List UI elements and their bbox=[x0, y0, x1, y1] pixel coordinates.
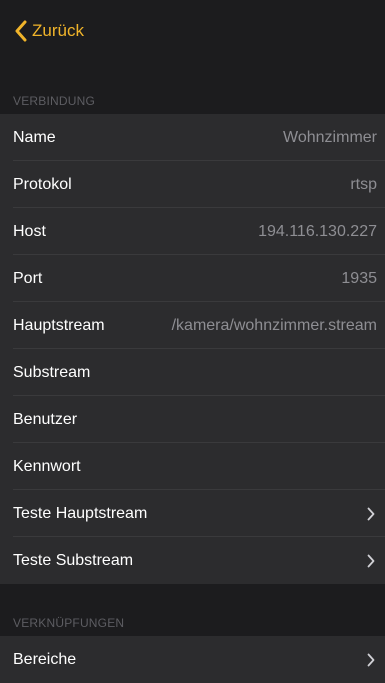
row-label: Substream bbox=[13, 363, 91, 381]
row-value[interactable]: 1935 bbox=[329, 270, 377, 288]
row-label: Teste Substream bbox=[13, 551, 134, 569]
row-name[interactable]: Name Wohnzimmer bbox=[0, 114, 385, 161]
row-label: Hauptstream bbox=[13, 316, 105, 334]
row-benutzer[interactable]: Benutzer bbox=[0, 396, 385, 443]
row-teste-substream[interactable]: Teste Substream bbox=[0, 537, 385, 584]
row-port[interactable]: Port 1935 bbox=[0, 255, 385, 302]
back-button-label: Zurück bbox=[32, 21, 84, 40]
settings-group-verknuepfungen: Bereiche bbox=[0, 636, 385, 683]
row-bereiche[interactable]: Bereiche bbox=[0, 636, 385, 683]
row-value[interactable]: 194.116.130.227 bbox=[246, 223, 377, 241]
section-header-label: VERBINDUNG bbox=[13, 94, 96, 108]
row-value[interactable]: rtsp bbox=[338, 176, 377, 194]
navigation-bar: Zurück bbox=[0, 0, 385, 70]
row-host[interactable]: Host 194.116.130.227 bbox=[0, 208, 385, 255]
row-value[interactable]: /kamera/wohnzimmer.stream bbox=[160, 317, 377, 335]
row-label: Kennwort bbox=[13, 457, 81, 475]
chevron-right-icon bbox=[367, 507, 375, 520]
section-header-verbindung: VERBINDUNG bbox=[0, 70, 385, 114]
row-label: Bereiche bbox=[13, 650, 77, 668]
row-value[interactable]: Wohnzimmer bbox=[271, 129, 377, 147]
row-label: Benutzer bbox=[13, 410, 78, 428]
back-button[interactable]: Zurück bbox=[14, 20, 84, 42]
section-header-verknuepfungen: VERKNÜPFUNGEN bbox=[0, 584, 385, 636]
row-teste-hauptstream[interactable]: Teste Hauptstream bbox=[0, 490, 385, 537]
section-header-label: VERKNÜPFUNGEN bbox=[13, 616, 125, 630]
row-kennwort[interactable]: Kennwort bbox=[0, 443, 385, 490]
row-label: Protokol bbox=[13, 175, 72, 193]
row-hauptstream[interactable]: Hauptstream /kamera/wohnzimmer.stream bbox=[0, 302, 385, 349]
row-substream[interactable]: Substream bbox=[0, 349, 385, 396]
settings-group-verbindung: Name Wohnzimmer Protokol rtsp Host 194.1… bbox=[0, 114, 385, 584]
row-label: Host bbox=[13, 222, 46, 240]
chevron-right-icon bbox=[367, 653, 375, 666]
row-protokol[interactable]: Protokol rtsp bbox=[0, 161, 385, 208]
row-label: Name bbox=[13, 128, 56, 146]
chevron-left-icon bbox=[15, 20, 27, 42]
chevron-right-icon bbox=[367, 554, 375, 567]
row-label: Teste Hauptstream bbox=[13, 504, 148, 522]
row-label: Port bbox=[13, 269, 43, 287]
